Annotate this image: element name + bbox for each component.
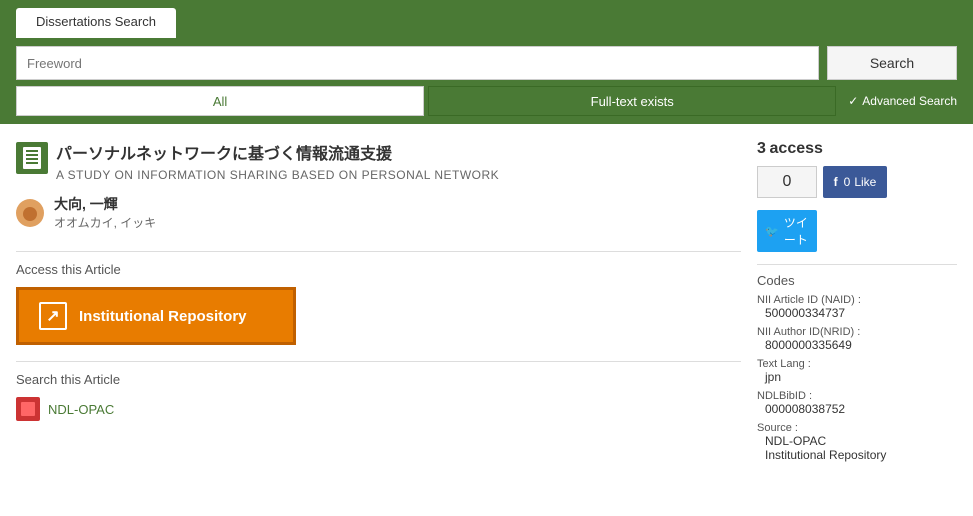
author-name-kana: オオムカイ, イッキ bbox=[54, 214, 156, 231]
external-link-icon bbox=[39, 302, 67, 330]
search-article-section: Search this Article NDL-OPAC bbox=[16, 372, 741, 421]
search-section-title: Search this Article bbox=[16, 372, 741, 387]
tweet-label: ツイート bbox=[783, 214, 809, 248]
textlang-value: jpn bbox=[757, 370, 957, 384]
like-label: Like bbox=[854, 175, 876, 189]
document-icon-inner bbox=[23, 147, 41, 169]
content-left: パーソナルネットワークに基づく情報流通支援 A STUDY ON INFORMA… bbox=[16, 140, 741, 468]
title-japanese: パーソナルネットワークに基づく情報流通支援 bbox=[56, 140, 741, 164]
code-source: Source : NDL-OPAC Institutional Reposito… bbox=[757, 422, 957, 462]
title-english: A STUDY ON INFORMATION SHARING BASED ON … bbox=[56, 168, 741, 182]
like-count: 0 bbox=[844, 175, 851, 189]
header: Dissertations Search Search All Full-tex… bbox=[0, 0, 973, 124]
title-text: パーソナルネットワークに基づく情報流通支援 A STUDY ON INFORMA… bbox=[56, 140, 741, 182]
author-figure bbox=[23, 207, 37, 221]
code-naid: NII Article ID (NAID) : 500000334737 bbox=[757, 294, 957, 320]
divider-2 bbox=[16, 361, 741, 362]
search-input[interactable] bbox=[16, 46, 819, 80]
search-row: Search bbox=[16, 38, 957, 86]
source-label: Source : bbox=[757, 422, 957, 434]
main-content: パーソナルネットワークに基づく情報流通支援 A STUDY ON INFORMA… bbox=[0, 124, 973, 468]
author-name-jp: 大向, 一輝 bbox=[54, 194, 156, 214]
code-ndlbbid: NDLBibID : 000008038752 bbox=[757, 390, 957, 416]
tab-dissertations[interactable]: Dissertations Search bbox=[16, 8, 176, 38]
access-label: access bbox=[770, 140, 823, 157]
access-count: 3 access bbox=[757, 140, 957, 158]
access-section-title: Access this Article bbox=[16, 262, 741, 277]
content-right: 3 access 0 0 Like ツイート Codes NII Article… bbox=[757, 140, 957, 468]
institutional-repository-button[interactable]: Institutional Repository bbox=[16, 287, 296, 345]
title-section: パーソナルネットワークに基づく情報流通支援 A STUDY ON INFORMA… bbox=[16, 140, 741, 182]
ndl-opac-link[interactable]: NDL-OPAC bbox=[16, 397, 741, 421]
author-section: 大向, 一輝 オオムカイ, イッキ bbox=[16, 194, 741, 239]
naid-label: NII Article ID (NAID) : bbox=[757, 294, 957, 306]
ndlbbid-value: 000008038752 bbox=[757, 402, 957, 416]
advanced-search-link[interactable]: Advanced Search bbox=[840, 94, 957, 108]
divider-1 bbox=[16, 251, 741, 252]
ndl-icon-inner bbox=[21, 402, 35, 416]
action-buttons: 0 0 Like bbox=[757, 166, 957, 198]
tweet-button[interactable]: ツイート bbox=[757, 210, 817, 252]
document-icon bbox=[16, 142, 48, 174]
code-nrid: NII Author ID(NRID) : 8000000335649 bbox=[757, 326, 957, 352]
like-button[interactable]: 0 Like bbox=[823, 166, 887, 198]
access-number: 3 bbox=[757, 140, 766, 157]
naid-value: 500000334737 bbox=[757, 306, 957, 320]
count-button[interactable]: 0 bbox=[757, 166, 817, 198]
repo-button-label: Institutional Repository bbox=[79, 308, 247, 325]
code-textlang: Text Lang : jpn bbox=[757, 358, 957, 384]
author-avatar bbox=[16, 199, 44, 227]
filter-row: All Full-text exists Advanced Search bbox=[16, 86, 957, 124]
ndl-opac-label: NDL-OPAC bbox=[48, 402, 114, 417]
header-tabs: Dissertations Search bbox=[16, 8, 957, 38]
search-button[interactable]: Search bbox=[827, 46, 957, 80]
source-value: NDL-OPAC Institutional Repository bbox=[757, 434, 957, 462]
codes-section: Codes NII Article ID (NAID) : 5000003347… bbox=[757, 264, 957, 462]
author-info: 大向, 一輝 オオムカイ, イッキ bbox=[54, 194, 156, 231]
ndl-opac-icon bbox=[16, 397, 40, 421]
codes-title: Codes bbox=[757, 273, 957, 288]
nrid-label: NII Author ID(NRID) : bbox=[757, 326, 957, 338]
social-row: ツイート bbox=[757, 210, 957, 252]
filter-fulltext-button[interactable]: Full-text exists bbox=[428, 86, 836, 116]
nrid-value: 8000000335649 bbox=[757, 338, 957, 352]
ndlbbid-label: NDLBibID : bbox=[757, 390, 957, 402]
filter-all-button[interactable]: All bbox=[16, 86, 424, 116]
textlang-label: Text Lang : bbox=[757, 358, 957, 370]
